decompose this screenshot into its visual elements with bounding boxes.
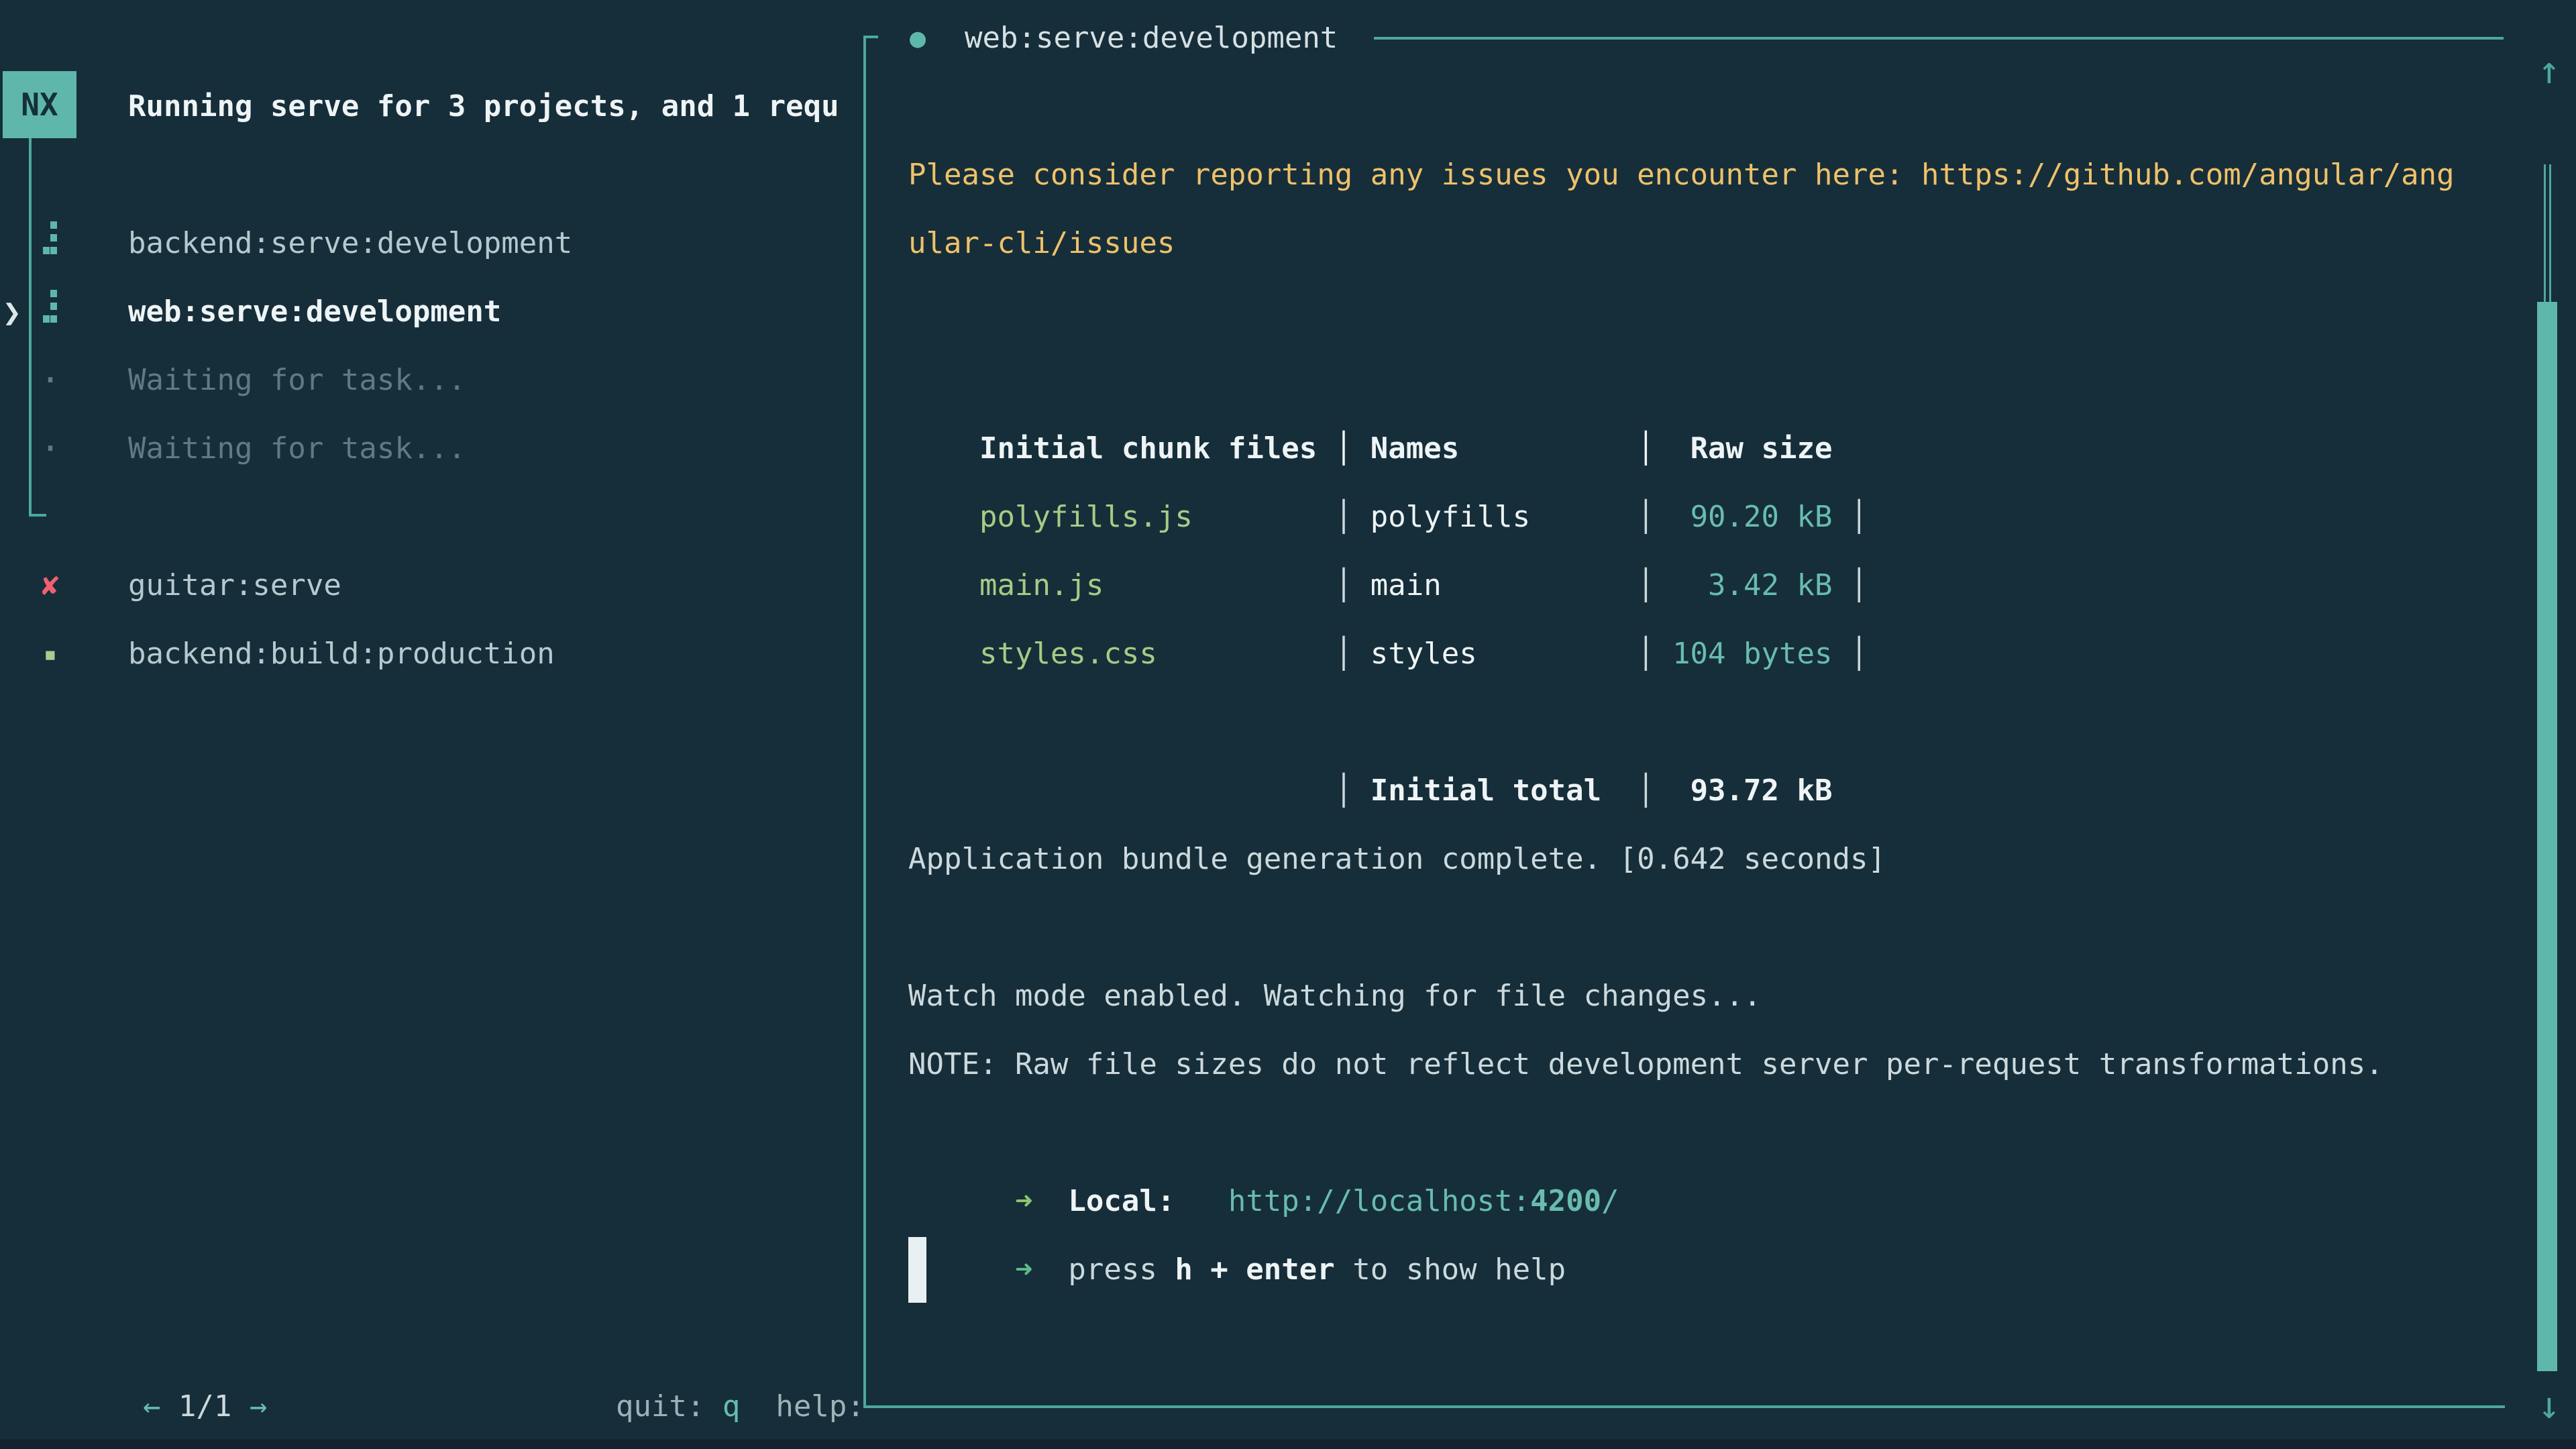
hotkey-hints: quit:qhelp:? xyxy=(509,1304,862,1373)
quit-hint-key: q xyxy=(722,1389,741,1424)
failed-cross-icon: ✘ xyxy=(39,551,62,620)
window-bottom-edge xyxy=(0,1440,2576,1449)
help-hint-line: ➜pressh + enterto show help xyxy=(908,1167,1566,1236)
spinner-icon xyxy=(43,212,58,246)
task-label: web:serve:development xyxy=(128,278,501,346)
chunk-table-row: polyfills.js│polyfills│90.20 kB│ xyxy=(908,415,1868,483)
chunk-table-row: main.js│main│3.42 kB│ xyxy=(908,483,1868,551)
task-label: Waiting for task... xyxy=(128,346,466,415)
local-server-line: ➜Local:http://localhost:4200/ xyxy=(908,1099,1619,1167)
task-row-waiting-2[interactable]: · Waiting for task... xyxy=(0,415,862,483)
help-hint-keys: h + enter xyxy=(1175,1252,1334,1287)
divider: │ xyxy=(1335,637,1353,671)
spinner-icon xyxy=(43,280,58,314)
bundle-complete-line: Application bundle generation complete. … xyxy=(908,825,1886,894)
arrow-icon: ➜ xyxy=(1015,1236,1032,1304)
nx-tui-screen: NX Running serve for 3 projects, and 1 r… xyxy=(0,0,2576,1449)
selected-caret-icon: ❯ xyxy=(3,278,30,346)
terminal-border-corner-stub xyxy=(863,36,878,38)
divider: │ xyxy=(1850,637,1868,671)
raw-size-note-line: NOTE: Raw file sizes do not reflect deve… xyxy=(908,1030,2383,1099)
task-label: backend:serve:development xyxy=(128,209,572,278)
watch-mode-line: Watch mode enabled. Watching for file ch… xyxy=(908,962,1762,1030)
task-list-panel: NX Running serve for 3 projects, and 1 r… xyxy=(0,0,862,1449)
divider: │ xyxy=(1637,637,1655,671)
chunk-name: styles xyxy=(1371,620,1637,688)
issue-notice-line-1: Please consider reporting any issues you… xyxy=(908,141,2455,209)
success-square-icon: ▪ xyxy=(39,620,62,688)
task-row-web-serve[interactable]: ❯ web:serve:development xyxy=(0,278,862,346)
terminal-border-left xyxy=(863,36,866,1408)
task-list-title: Running serve for 3 projects, and 1 requ xyxy=(128,72,839,141)
task-row-backend-build[interactable]: ▪ backend:build:production xyxy=(0,620,862,688)
chunk-file: styles.css xyxy=(979,620,1335,688)
quit-hint-label: quit: xyxy=(616,1389,704,1424)
chunk-table-row: styles.css│styles│104 bytes│ xyxy=(908,551,1868,620)
terminal-border-bottom xyxy=(863,1405,2505,1408)
page-next-icon[interactable]: → xyxy=(250,1373,267,1441)
task-label: Waiting for task... xyxy=(128,415,466,483)
waiting-dot-icon: · xyxy=(39,346,62,415)
terminal-title-row: ● web:serve:development xyxy=(0,4,71,72)
divider: │ xyxy=(1637,773,1655,808)
terminal-border-top xyxy=(1374,37,2504,40)
running-dot-icon: ● xyxy=(910,4,926,72)
task-row-waiting-1[interactable]: · Waiting for task... xyxy=(0,346,862,415)
task-row-guitar-serve[interactable]: ✘ guitar:serve xyxy=(0,551,862,620)
help-hint-pre: press xyxy=(1068,1252,1157,1287)
chunk-size: 104 bytes xyxy=(1655,620,1833,688)
page-indicator: 1/1 xyxy=(178,1389,231,1424)
task-label: backend:build:production xyxy=(128,620,555,688)
waiting-dot-icon: · xyxy=(39,415,62,483)
help-hint-post: to show help xyxy=(1352,1252,1566,1287)
scrollbar-thumb[interactable] xyxy=(2537,302,2557,1371)
divider: │ xyxy=(1335,773,1353,808)
total-label: Initial total xyxy=(1371,757,1637,825)
terminal-cursor xyxy=(908,1237,926,1303)
issue-notice-line-2: ular-cli/issues xyxy=(908,209,1175,278)
help-hint-label: help: xyxy=(775,1389,862,1424)
task-label: guitar:serve xyxy=(128,551,341,620)
page-prev-icon[interactable]: ← xyxy=(143,1373,160,1441)
terminal-title: web:serve:development xyxy=(965,4,1338,72)
url-suffix: / xyxy=(1601,1184,1619,1218)
chunk-table-total-row: │Initial total│93.72 kB xyxy=(908,688,1832,757)
task-row-backend-serve[interactable]: backend:serve:development xyxy=(0,209,862,278)
scroll-down-icon[interactable]: ↓ xyxy=(2522,1372,2576,1440)
total-size: 93.72 kB xyxy=(1655,757,1833,825)
scroll-up-icon[interactable]: ↑ xyxy=(2522,37,2576,105)
chunk-table-header: Initial chunk files│Names│Raw size xyxy=(908,346,1832,415)
pagination: ←1/1→ xyxy=(36,1304,267,1373)
